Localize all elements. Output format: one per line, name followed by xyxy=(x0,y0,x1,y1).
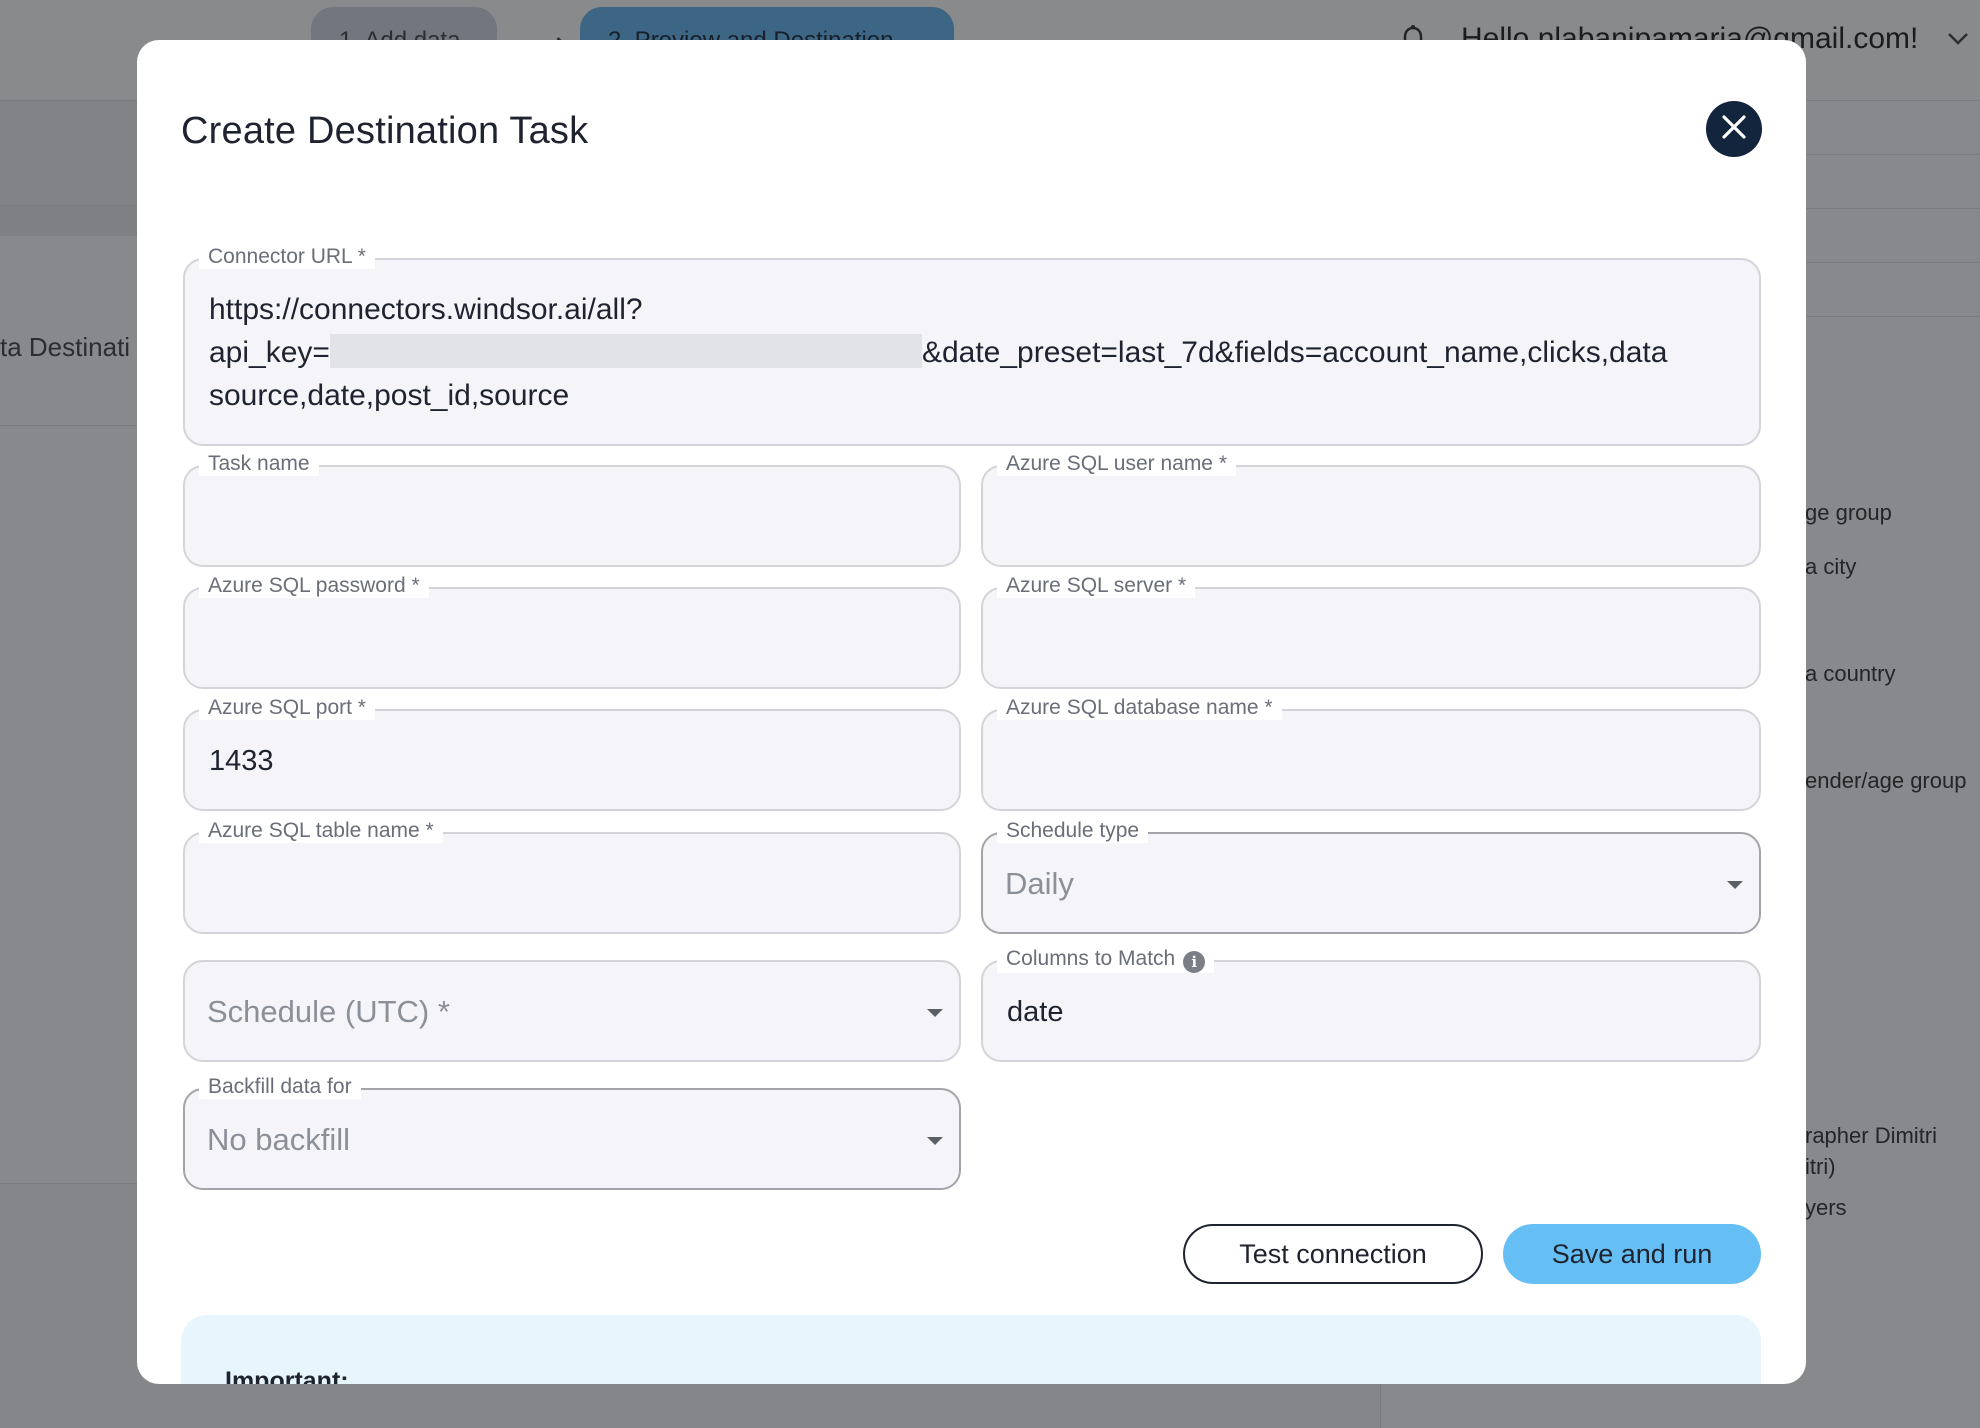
connector-url-line: source,date,post_id,source xyxy=(209,379,570,412)
connector-url-field[interactable]: Connector URL * https://connectors.winds… xyxy=(183,245,1761,446)
columns-to-match-label: Columns to Match i xyxy=(997,947,1215,973)
modal-title: Create Destination Task xyxy=(181,110,589,152)
important-notice: Important: xyxy=(181,1315,1761,1384)
sql-port-field[interactable]: Azure SQL port * 1433 xyxy=(183,696,961,811)
schedule-type-select[interactable]: Schedule type Daily xyxy=(981,819,1761,934)
schedule-type-label: Schedule type xyxy=(997,819,1149,843)
sql-password-field[interactable]: Azure SQL password * xyxy=(183,574,961,689)
sql-database-name-field[interactable]: Azure SQL database name * xyxy=(981,696,1761,811)
caret-down-icon xyxy=(1727,881,1743,889)
schedule-type-value: Daily xyxy=(1005,866,1074,901)
connector-url-value[interactable]: https://connectors.windsor.ai/all? api_k… xyxy=(209,288,1749,417)
columns-to-match-field[interactable]: Columns to Match i date xyxy=(981,947,1761,1062)
sql-password-label: Azure SQL password * xyxy=(199,574,429,598)
backfill-select[interactable]: Backfill data for No backfill xyxy=(183,1075,961,1190)
caret-down-icon xyxy=(927,1009,943,1017)
sql-server-label: Azure SQL server * xyxy=(997,574,1196,598)
sql-server-field[interactable]: Azure SQL server * xyxy=(981,574,1761,689)
close-icon xyxy=(1721,114,1747,145)
info-icon[interactable]: i xyxy=(1183,951,1206,973)
task-name-field[interactable]: Task name xyxy=(183,452,961,567)
sql-database-name-label: Azure SQL database name * xyxy=(997,696,1282,720)
close-button[interactable] xyxy=(1706,101,1762,157)
sql-table-name-field[interactable]: Azure SQL table name * xyxy=(183,819,961,934)
connector-url-label: Connector URL * xyxy=(199,245,375,269)
important-title: Important: xyxy=(225,1367,349,1384)
schedule-utc-select[interactable]: Schedule (UTC) * xyxy=(183,960,961,1062)
connector-url-line: https://connectors.windsor.ai/all? xyxy=(209,293,643,326)
backfill-value: No backfill xyxy=(207,1122,350,1157)
create-destination-modal: Create Destination Task Connector URL * … xyxy=(137,40,1806,1384)
task-name-label: Task name xyxy=(199,452,319,476)
caret-down-icon xyxy=(927,1137,943,1145)
save-and-run-button[interactable]: Save and run xyxy=(1503,1224,1761,1284)
sql-port-label: Azure SQL port * xyxy=(199,696,375,720)
sql-user-name-field[interactable]: Azure SQL user name * xyxy=(981,452,1761,567)
backfill-label: Backfill data for xyxy=(199,1075,361,1099)
schedule-utc-placeholder: Schedule (UTC) * xyxy=(207,994,450,1029)
connector-url-line: &date_preset=last_7d&fields=account_name… xyxy=(921,336,1668,369)
sql-port-value: 1433 xyxy=(209,745,274,777)
test-connection-button[interactable]: Test connection xyxy=(1183,1224,1483,1284)
sql-table-name-label: Azure SQL table name * xyxy=(199,819,443,843)
columns-to-match-label-text: Columns to Match xyxy=(1006,947,1176,970)
sql-user-name-label: Azure SQL user name * xyxy=(997,452,1236,476)
columns-to-match-value: date xyxy=(1007,996,1064,1028)
connector-url-line: api_key= xyxy=(209,336,330,369)
redacted-api-key xyxy=(329,334,922,368)
